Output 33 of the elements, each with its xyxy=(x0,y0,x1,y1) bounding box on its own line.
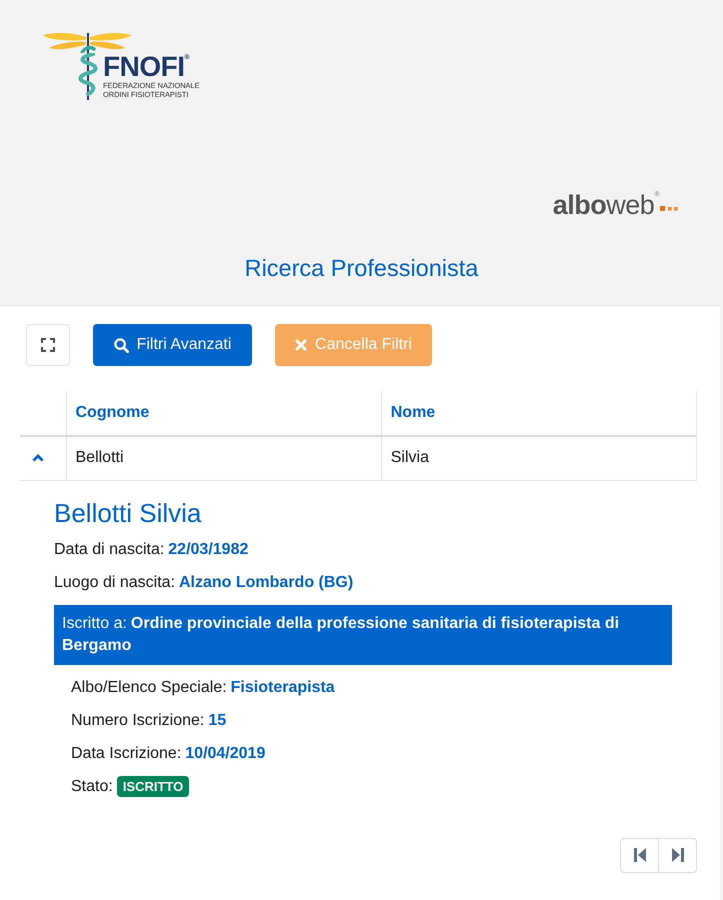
logo-wordmark: FNOFI$^{®}$ xyxy=(103,54,190,80)
table-cell-text: Bellotti xyxy=(76,448,124,468)
dots-icon xyxy=(660,206,678,211)
field-value: 15 xyxy=(208,710,226,730)
column-header: Cognome xyxy=(76,403,150,423)
field-value: 22/03/1982 xyxy=(168,540,248,560)
first-page-button[interactable] xyxy=(620,838,659,872)
page-title: Ricerca Professionista xyxy=(244,254,478,282)
field-value: 10/04/2019 xyxy=(185,744,266,764)
partner-logo-wordmark: alboweb$^{®}$ xyxy=(552,190,659,220)
field-label: Albo/Elenco Speciale: xyxy=(71,678,227,698)
close-icon xyxy=(295,339,308,351)
fullscreen-icon xyxy=(41,338,55,352)
search-icon xyxy=(114,338,129,352)
field-label: Data di nascita: xyxy=(54,540,164,560)
skip-start-icon xyxy=(634,848,646,862)
person-name: Bellotti Silvia xyxy=(54,496,202,528)
skip-end-icon xyxy=(672,848,684,862)
chevron-up-icon[interactable] xyxy=(32,454,44,462)
registration-banner: Iscritto a: Ordine provinciale della professione sanitaria di fisioterapista di Bergamo xyxy=(54,604,672,664)
advanced-filters-button[interactable]: Filtri Avanzati xyxy=(93,324,252,366)
field-value: Fisioterapista xyxy=(230,678,335,698)
field-value: Alzano Lombardo (BG) xyxy=(178,572,354,592)
field-label: Numero Iscrizione: xyxy=(71,710,204,730)
table-cell-text: Silvia xyxy=(390,448,429,468)
field-label: Data Iscrizione: xyxy=(71,744,182,764)
field-label: Stato: xyxy=(71,776,113,796)
dragonfly-wings-icon xyxy=(42,32,132,53)
status-badge: ISCRITTO xyxy=(116,776,190,797)
last-page-button[interactable] xyxy=(658,838,697,872)
fullscreen-button[interactable] xyxy=(26,324,70,366)
field-label: Luogo di nascita: xyxy=(54,572,175,592)
column-header: Nome xyxy=(390,403,436,423)
